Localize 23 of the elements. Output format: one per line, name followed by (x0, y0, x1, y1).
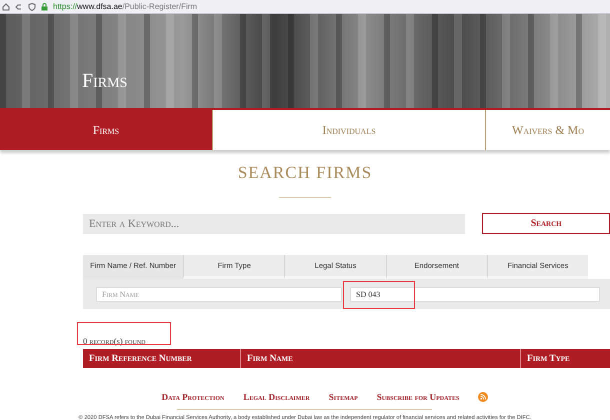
section-heading: SEARCH FIRMS (238, 163, 372, 183)
shield-icon (28, 2, 36, 10)
search-field[interactable]: SD 043 (350, 286, 600, 302)
footer-link[interactable]: Legal Disclaimer (243, 392, 310, 402)
footer-link[interactable]: Sitemap (328, 392, 358, 402)
column-header[interactable]: Firm Reference Number (83, 349, 240, 368)
column-header[interactable]: Firm Type (520, 349, 610, 368)
nav-tab[interactable]: Waivers & Mo (485, 110, 610, 150)
footer-link[interactable]: Data Protection (162, 392, 224, 402)
footer-link[interactable]: Subscribe for Updates (376, 392, 460, 402)
search-button[interactable]: Search (482, 213, 610, 234)
nav-tab[interactable]: Firms (0, 110, 212, 150)
home-icon[interactable] (2, 2, 10, 10)
page-title: Firms (82, 70, 128, 93)
firm-name-field[interactable]: Firm Name (96, 286, 342, 302)
column-header[interactable]: Firm Name (240, 349, 520, 368)
back-icon[interactable] (15, 2, 23, 10)
lock-icon (41, 2, 48, 10)
record-count: 0 record(s) found (83, 335, 146, 348)
keyword-search-field[interactable]: Enter a Keyword... (83, 214, 466, 234)
rss-icon[interactable] (478, 392, 488, 402)
nav-tab[interactable]: Individuals (212, 110, 485, 150)
url-text[interactable]: https://www.dfsa.ae/Public-Register/Firm (53, 2, 198, 11)
